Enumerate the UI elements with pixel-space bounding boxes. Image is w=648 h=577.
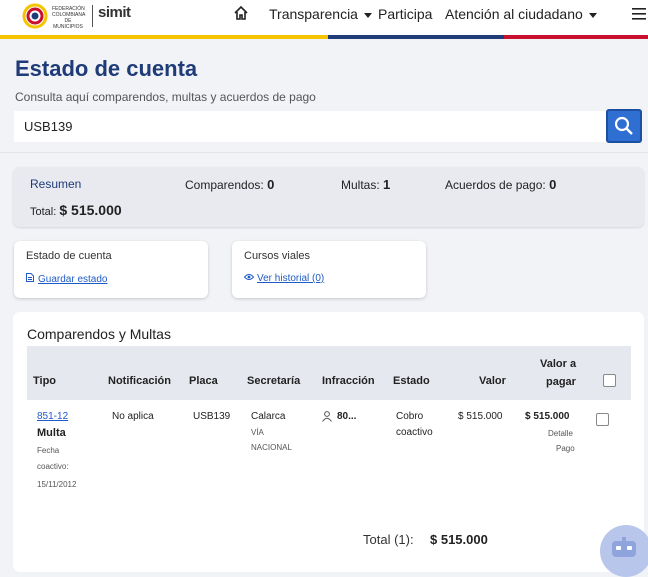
nav-participa[interactable]: Participa [378,6,432,22]
ver-historial-link[interactable]: Ver historial (0) [243,273,325,284]
chatbot-button[interactable] [600,525,648,577]
row-notificacion: No aplica [112,411,154,422]
summary-total-value: $ 515.000 [59,202,122,218]
row-secretaria: Calarca [251,411,286,422]
row-fecha-label-2: coactivo: [37,462,69,471]
flag-stripe-yellow [0,35,328,39]
acuerdos-label: Acuerdos de pago: [445,178,546,192]
comparendos-multas-panel: Comparendos y Multas Tipo Notificación P… [13,312,644,572]
page-title: Estado de cuenta [15,56,198,81]
row-secretaria-2: VÍA [251,428,264,437]
select-all-checkbox[interactable] [603,374,616,387]
search-button[interactable] [606,109,642,143]
top-header: FEDERACIÓN COLOMBIANA DE MUNICIPIOS simi… [0,0,648,35]
logo-text: FEDERACIÓN COLOMBIANA DE MUNICIPIOS [52,6,86,30]
search-icon [614,116,633,135]
row-estado-2: coactivo [396,427,433,438]
logo-separator [92,5,93,27]
row-checkbox[interactable] [596,413,609,426]
col-pagar: pagar [546,376,576,388]
robot-icon [612,537,636,557]
flag-stripe-blue [328,35,504,39]
fcm-logo-icon [22,3,48,29]
estado-cuenta-card-title: Estado de cuenta [26,250,112,262]
hamburger-menu-icon[interactable] [632,8,646,20]
flag-stripe-red [504,35,648,39]
multas-label: Multas: [341,178,380,192]
home-icon[interactable] [233,5,249,21]
col-infraccion: Infracción [322,375,375,387]
col-valor: Valor [479,375,506,387]
acuerdos-value: 0 [549,177,557,192]
col-estado: Estado [393,375,430,387]
document-icon [26,273,34,282]
row-valor: $ 515.000 [458,411,503,422]
table-total-value: $ 515.000 [430,532,488,547]
col-valor-a: Valor a [540,358,577,370]
nav-atencion-label: Atención al ciudadano [445,6,583,22]
simit-wordmark: simit [98,4,131,21]
row-estado: Cobro [396,411,424,422]
comparendo-number-link[interactable]: 851-12 [37,409,68,425]
detalle-pago-link[interactable]: Detalle [548,426,573,442]
table-title: Comparendos y Multas [27,326,171,342]
summary-total-label: Total: [30,206,57,218]
col-placa: Placa [189,375,218,387]
nav-participa-label: Participa [378,6,433,22]
row-fecha-label: Fecha [37,446,60,455]
row-infraccion[interactable]: 80... [337,409,356,425]
row-placa: USB139 [193,411,231,422]
nav-atencion[interactable]: Atención al ciudadano [445,6,597,22]
summary-total: Total: $ 515.000 [30,202,122,218]
cursos-viales-card: Cursos viales Ver historial (0) [232,241,426,298]
nav-transparencia[interactable]: Transparencia [269,6,372,22]
row-fecha: 15/11/2012 [37,480,77,489]
person-icon [322,411,332,422]
page-subtitle: Consulta aquí comparendos, multas y acue… [15,90,316,104]
eye-icon [243,274,255,280]
guardar-estado-label: Guardar estado [38,274,108,285]
acuerdos-count: Acuerdos de pago: 0 [445,177,556,192]
caret-down-icon [363,13,372,18]
row-valor-pagar: $ 515.000 [525,411,570,422]
nav-transparencia-label: Transparencia [269,6,358,22]
row-tipo: Multa [37,427,66,439]
table-header: Tipo Notificación Placa Secretaría Infra… [27,346,631,400]
multas-value: 1 [383,177,391,192]
comparendos-value: 0 [267,177,275,192]
search-input[interactable] [14,111,606,142]
estado-cuenta-card: Estado de cuenta Guardar estado [14,241,208,298]
fcm-simit-logo[interactable]: FEDERACIÓN COLOMBIANA DE MUNICIPIOS simi… [22,2,134,32]
detalle-pago-link-2[interactable]: Pago [556,441,575,457]
guardar-estado-link[interactable]: Guardar estado [26,273,108,285]
summary-label: Resumen [30,177,82,191]
col-notificacion: Notificación [108,375,171,387]
comparendos-label: Comparendos: [185,178,264,192]
caret-down-icon [588,13,597,18]
ver-historial-label: Ver historial (0) [257,273,325,284]
section-divider [0,152,648,153]
comparendos-count: Comparendos: 0 [185,177,274,192]
cursos-viales-card-title: Cursos viales [244,250,311,262]
table-total-label: Total (1): [363,532,414,547]
summary-card: Resumen Comparendos: 0 Multas: 1 Acuerdo… [13,167,644,227]
col-tipo: Tipo [33,375,57,387]
col-secretaria: Secretaría [247,375,301,387]
row-secretaria-3: NACIONAL [251,443,292,452]
multas-count: Multas: 1 [341,177,390,192]
